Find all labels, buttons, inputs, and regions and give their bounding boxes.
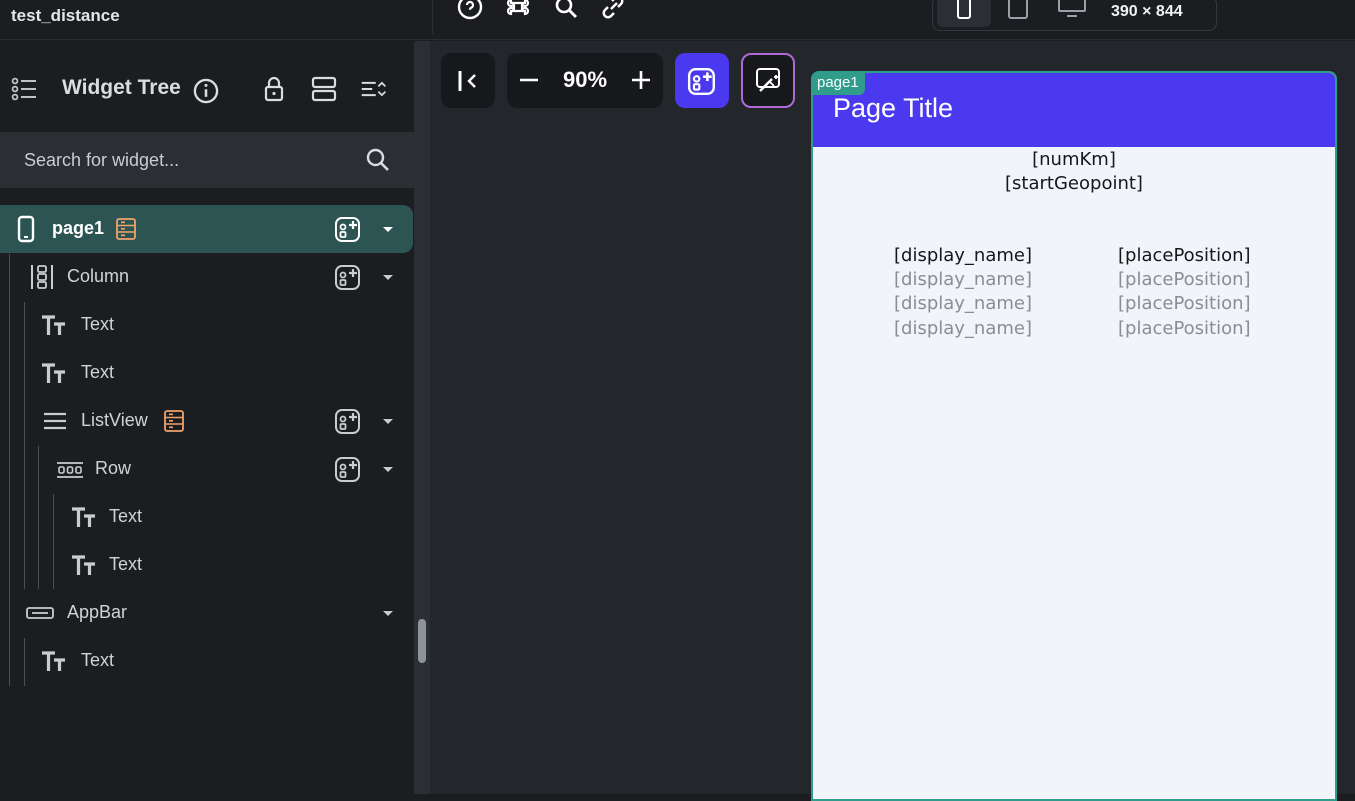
tree-node-text[interactable]: Text xyxy=(0,541,414,589)
device-selector: 390 × 844 xyxy=(932,0,1217,31)
desktop-icon[interactable] xyxy=(1057,0,1087,19)
tree-list-icon xyxy=(11,77,36,101)
collapse-all-icon[interactable] xyxy=(310,75,338,103)
text-icon xyxy=(72,507,95,527)
tree-node-label: Text xyxy=(109,506,143,526)
list-item[interactable]: [display_name] [placePosition] xyxy=(813,318,1335,342)
display-name-text: [display_name] xyxy=(894,293,1033,314)
tree-node-label: Text xyxy=(81,314,115,334)
listview-icon xyxy=(44,412,66,430)
zoom-in-button[interactable] xyxy=(627,66,655,94)
display-name-text: [display_name] xyxy=(894,269,1033,290)
help-icon[interactable] xyxy=(457,0,483,20)
device-phone-button[interactable] xyxy=(937,0,991,27)
ai-generate-button[interactable] xyxy=(741,53,795,108)
divider xyxy=(432,0,433,34)
tree-node-text[interactable]: Text xyxy=(0,637,414,685)
info-icon[interactable] xyxy=(192,77,220,105)
tree-node-label: AppBar xyxy=(67,602,128,622)
display-name-text: [display_name] xyxy=(894,318,1033,339)
page-tag[interactable]: page1 xyxy=(811,71,865,95)
app-bar[interactable]: Page Title xyxy=(813,73,1335,147)
lock-icon[interactable] xyxy=(260,75,288,103)
text-icon xyxy=(42,363,65,383)
text-icon xyxy=(42,651,65,671)
tree-node-label: page1 xyxy=(52,218,105,238)
collapse-panel-button[interactable] xyxy=(441,53,495,108)
tree-node-label: Row xyxy=(95,458,132,478)
database-icon xyxy=(116,218,136,240)
add-widget-icon[interactable] xyxy=(334,263,362,291)
widget-search-box xyxy=(0,132,414,188)
phone-icon xyxy=(17,215,35,243)
tree-node-label: Text xyxy=(81,650,115,670)
expand-caret[interactable] xyxy=(383,419,393,424)
add-widget-icon[interactable] xyxy=(334,215,362,243)
database-icon xyxy=(164,410,184,432)
tree-node-page1[interactable]: page1 xyxy=(0,205,413,253)
widget-tree-title: Widget Tree xyxy=(62,76,181,99)
num-km-text[interactable]: [numKm] xyxy=(813,149,1335,170)
place-position-text: [placePosition] xyxy=(1118,269,1251,290)
tree-node-appbar[interactable]: AppBar xyxy=(0,589,414,637)
add-widget-icon[interactable] xyxy=(334,455,362,483)
tree-node-text[interactable]: Text xyxy=(0,493,414,541)
list-item[interactable]: [display_name] [placePosition] xyxy=(813,245,1335,269)
display-name-text: [display_name] xyxy=(894,245,1033,266)
start-geopoint-text[interactable]: [startGeopoint] xyxy=(813,173,1335,194)
magic-wand-icon xyxy=(756,68,780,92)
widget-tree-header: Widget Tree xyxy=(0,41,414,132)
panel-scrollbar[interactable] xyxy=(414,41,430,794)
search-icon[interactable] xyxy=(364,146,392,174)
link-icon[interactable] xyxy=(600,0,626,20)
command-icon[interactable] xyxy=(505,0,531,20)
expand-caret[interactable] xyxy=(383,467,393,472)
expand-caret[interactable] xyxy=(383,227,393,232)
text-icon xyxy=(42,315,65,335)
top-bar: test_distance 390 × 844 xyxy=(0,0,1355,40)
expand-caret[interactable] xyxy=(383,275,393,280)
tree-node-label: Text xyxy=(109,554,143,574)
tree-node-text[interactable]: Text xyxy=(0,349,414,397)
page-title[interactable]: Page Title xyxy=(833,93,953,124)
sort-icon[interactable] xyxy=(360,75,388,103)
tree-node-column[interactable]: Column xyxy=(0,253,414,301)
row-icon xyxy=(57,462,83,478)
tree-node-listview[interactable]: ListView xyxy=(0,397,414,445)
tree-node-label: Text xyxy=(81,362,115,382)
column-icon xyxy=(31,265,53,289)
add-widget-icon xyxy=(687,68,715,96)
appbar-icon xyxy=(26,607,54,619)
tree-node-row[interactable]: Row xyxy=(0,445,414,493)
widget-search-input[interactable] xyxy=(24,147,354,173)
list-item[interactable]: [display_name] [placePosition] xyxy=(813,269,1335,293)
place-position-text: [placePosition] xyxy=(1118,245,1251,266)
expand-caret[interactable] xyxy=(383,611,393,616)
add-widget-button[interactable] xyxy=(675,53,729,108)
add-widget-icon[interactable] xyxy=(334,407,362,435)
widget-tree-panel: Widget Tree Search for widget... page1 C… xyxy=(0,41,414,794)
project-name: test_distance xyxy=(11,6,120,25)
tree-node-label: ListView xyxy=(81,410,148,430)
search-icon[interactable] xyxy=(553,0,579,20)
place-position-text: [placePosition] xyxy=(1118,318,1251,339)
tree-node-label: Column xyxy=(67,266,130,286)
text-icon xyxy=(72,555,95,575)
tree-node-text[interactable]: Text xyxy=(0,301,414,349)
tablet-icon[interactable] xyxy=(1007,0,1029,22)
collapse-left-icon xyxy=(458,71,476,91)
phone-preview[interactable]: Page Title [numKm] [startGeopoint] [disp… xyxy=(811,71,1337,801)
panel-scrollbar-thumb[interactable] xyxy=(418,619,426,663)
zoom-control: 90% xyxy=(507,53,663,108)
phone-icon xyxy=(957,0,971,19)
list-item[interactable]: [display_name] [placePosition] xyxy=(813,293,1335,317)
place-position-text: [placePosition] xyxy=(1118,293,1251,314)
device-size-label: 390 × 844 xyxy=(1111,3,1183,20)
